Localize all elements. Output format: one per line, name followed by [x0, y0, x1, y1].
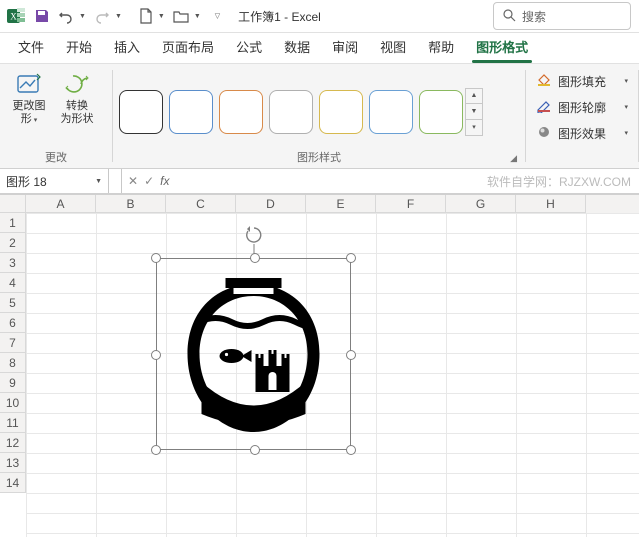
style-preset-4[interactable] [269, 90, 313, 134]
watermark-text: 软件自学网：RJZXW.COM [487, 173, 631, 190]
formula-cancel-icon[interactable]: ✕ [128, 174, 138, 188]
style-preset-3[interactable] [219, 90, 263, 134]
column-headers: A B C D E F G H [26, 195, 639, 213]
style-preset-1[interactable] [119, 90, 163, 134]
shape-outline-button[interactable]: 图形轮廓 ▾ [532, 94, 632, 120]
cell-area[interactable] [26, 213, 639, 537]
gallery-more-icon[interactable]: ▾ [466, 120, 482, 135]
fx-icon[interactable]: fx [160, 174, 169, 188]
row-header[interactable]: 9 [0, 373, 26, 393]
tab-formulas[interactable]: 公式 [226, 31, 272, 63]
name-box-dropdown-icon[interactable]: ▼ [95, 178, 102, 185]
name-box[interactable]: 图形 18 ▼ [0, 169, 109, 193]
style-preset-7[interactable] [419, 90, 463, 134]
row-headers: 1 2 3 4 5 6 7 8 9 10 11 12 13 14 [0, 213, 26, 493]
col-header[interactable]: D [236, 195, 306, 213]
qat-customize-icon[interactable]: ▽ [215, 12, 220, 20]
col-header[interactable]: B [96, 195, 166, 213]
shape-fill-button[interactable]: 图形填充 ▾ [532, 68, 632, 94]
row-header[interactable]: 8 [0, 353, 26, 373]
search-placeholder: 搜索 [522, 8, 546, 25]
paint-bucket-icon [536, 73, 552, 90]
col-header[interactable]: G [446, 195, 516, 213]
new-dropdown-icon[interactable]: ▼ [158, 13, 165, 20]
style-preset-2[interactable] [169, 90, 213, 134]
row-header[interactable]: 4 [0, 273, 26, 293]
tab-home[interactable]: 开始 [56, 31, 102, 63]
tab-file[interactable]: 文件 [8, 31, 54, 63]
row-header[interactable]: 14 [0, 473, 26, 493]
undo-dropdown-icon[interactable]: ▼ [79, 13, 86, 20]
row-header[interactable]: 12 [0, 433, 26, 453]
new-file-icon[interactable] [139, 8, 153, 24]
resize-handle[interactable] [346, 350, 356, 360]
tab-data[interactable]: 数据 [274, 31, 320, 63]
style-group-launcher-icon[interactable]: ◢ [510, 153, 517, 164]
window-title: 工作簿1 - Excel [238, 8, 321, 25]
ribbon-tabs: 文件 开始 插入 页面布局 公式 数据 审阅 视图 帮助 图形格式 [0, 33, 639, 63]
change-graphic-label: 更改图 形 [13, 100, 46, 125]
open-folder-icon[interactable] [173, 9, 189, 23]
resize-handle[interactable] [346, 445, 356, 455]
open-dropdown-icon[interactable]: ▼ [194, 13, 201, 20]
shape-fill-label: 图形填充 [558, 73, 606, 90]
row-header[interactable]: 11 [0, 413, 26, 433]
tab-pagelayout[interactable]: 页面布局 [152, 31, 224, 63]
redo-icon[interactable] [94, 8, 110, 24]
row-header[interactable]: 3 [0, 253, 26, 273]
tab-view[interactable]: 视图 [370, 31, 416, 63]
resize-handle[interactable] [346, 253, 356, 263]
row-header[interactable]: 6 [0, 313, 26, 333]
name-box-value: 图形 18 [6, 173, 47, 190]
svg-text:X: X [10, 12, 17, 22]
tab-help[interactable]: 帮助 [418, 31, 464, 63]
fishbowl-graphic[interactable] [162, 264, 345, 444]
search-box[interactable]: 搜索 [493, 2, 631, 30]
resize-handle[interactable] [250, 445, 260, 455]
col-header[interactable]: H [516, 195, 586, 213]
style-group-label: 图形样式 [297, 152, 341, 164]
tab-shapeformat[interactable]: 图形格式 [466, 31, 538, 63]
tab-insert[interactable]: 插入 [104, 31, 150, 63]
resize-handle[interactable] [250, 253, 260, 263]
pen-icon [536, 99, 552, 116]
convert-to-shape-button[interactable]: 转换 为形状 [54, 68, 100, 126]
redo-dropdown-icon[interactable]: ▼ [115, 13, 122, 20]
row-header[interactable]: 10 [0, 393, 26, 413]
shape-outline-label: 图形轮廓 [558, 99, 606, 116]
row-header[interactable]: 13 [0, 453, 26, 473]
undo-icon[interactable] [58, 8, 74, 24]
search-icon [502, 8, 516, 25]
shape-effects-label: 图形效果 [558, 125, 606, 142]
excel-app-icon: X [6, 6, 26, 26]
col-header[interactable]: F [376, 195, 446, 213]
resize-handle[interactable] [151, 445, 161, 455]
resize-handle[interactable] [151, 350, 161, 360]
style-preset-6[interactable] [369, 90, 413, 134]
save-icon[interactable] [34, 8, 50, 24]
tab-review[interactable]: 审阅 [322, 31, 368, 63]
resize-handle[interactable] [151, 253, 161, 263]
row-header[interactable]: 2 [0, 233, 26, 253]
select-all-cells[interactable] [0, 195, 26, 213]
convert-to-shape-label: 转换 为形状 [61, 100, 94, 126]
formula-accept-icon[interactable]: ✓ [144, 174, 154, 188]
col-header[interactable]: C [166, 195, 236, 213]
effects-icon [536, 125, 552, 142]
col-header[interactable]: A [26, 195, 96, 213]
change-group-label: 更改 [6, 147, 106, 166]
row-header[interactable]: 7 [0, 333, 26, 353]
selected-shape[interactable] [156, 258, 351, 450]
row-header[interactable]: 1 [0, 213, 26, 233]
row-header[interactable]: 5 [0, 293, 26, 313]
rotate-handle-icon[interactable] [245, 226, 263, 244]
style-gallery [119, 90, 463, 134]
col-header[interactable]: E [306, 195, 376, 213]
shape-effects-button[interactable]: 图形效果 ▾ [532, 120, 632, 146]
change-graphic-button[interactable]: 更改图 形▾ [6, 68, 52, 127]
style-preset-5[interactable] [319, 90, 363, 134]
gallery-up-icon[interactable]: ▲ [466, 89, 482, 105]
gallery-down-icon[interactable]: ▼ [466, 104, 482, 120]
